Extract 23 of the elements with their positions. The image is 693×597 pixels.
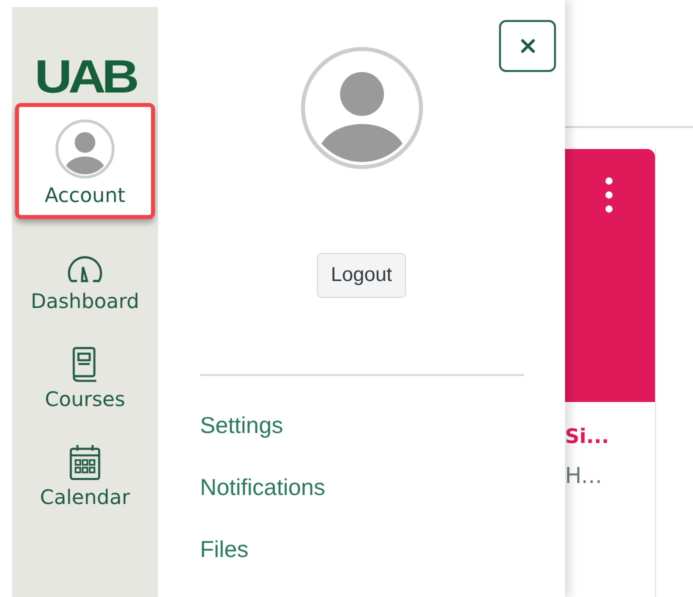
avatar-icon — [55, 119, 115, 179]
nav-label: Dashboard — [30, 289, 140, 313]
course-title[interactable]: Si... — [565, 424, 655, 448]
gauge-icon — [65, 253, 105, 285]
nav-label: Courses — [44, 387, 126, 411]
tray-link[interactable]: Settings — [200, 394, 284, 456]
more-icon[interactable] — [605, 177, 613, 214]
nav-item[interactable]: Dashboard — [15, 243, 155, 325]
logout-button[interactable]: Logout — [316, 253, 406, 298]
nav-label: Calendar — [40, 485, 130, 509]
tray-link[interactable]: Files — [200, 518, 249, 580]
close-button[interactable] — [499, 20, 556, 72]
avatar-icon — [300, 46, 424, 170]
nav-item[interactable]: Calendar — [15, 433, 155, 521]
course-subtitle: H... — [565, 464, 604, 490]
course-card[interactable]: Si... H... — [565, 149, 656, 597]
logo[interactable]: UAB — [34, 54, 136, 100]
close-icon — [518, 37, 536, 55]
tray-link[interactable]: Notifications — [200, 456, 326, 518]
nav-label: Account — [44, 183, 126, 207]
calendar-icon — [68, 443, 102, 481]
nav-item[interactable]: Courses — [15, 335, 155, 423]
nav-item[interactable]: Account — [15, 103, 155, 219]
